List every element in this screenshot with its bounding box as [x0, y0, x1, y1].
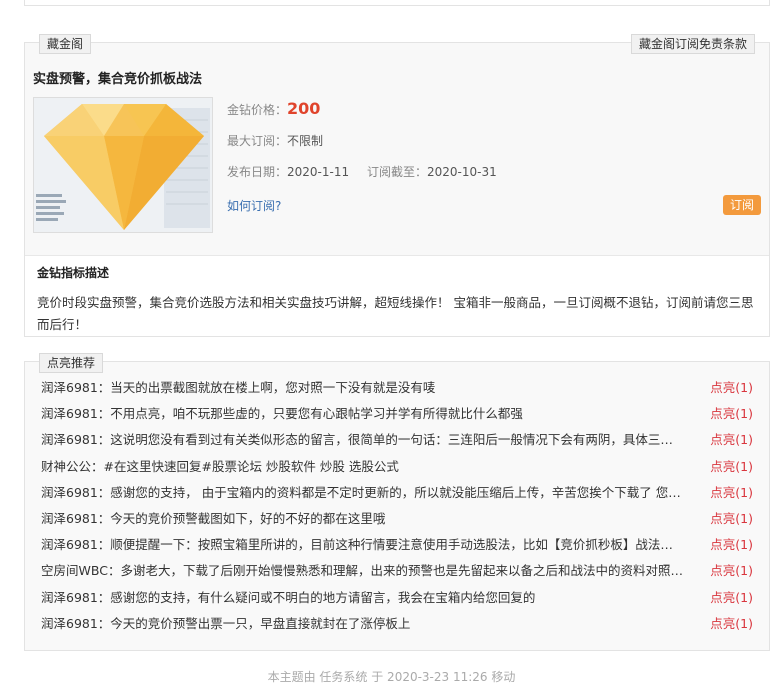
terms-link[interactable]: 藏金阁订阅免责条款: [630, 34, 755, 54]
recommendation-text[interactable]: 润泽6981：今天的竞价预警出票一只，早盘直接就封在了涨停板上: [41, 611, 683, 637]
product-thumbnail[interactable]: [33, 97, 213, 233]
light-count[interactable]: 点亮(1): [710, 506, 753, 532]
description-text: 竞价时段实盘预警，集合竞价选股方法和相关实盘技巧讲解，超短线操作！ 宝箱非一般商…: [37, 295, 754, 332]
description-title: 金钻指标描述: [37, 266, 110, 280]
list-item: 润泽6981：今天的竞价预警出票一只，早盘直接就封在了涨停板上 点亮(1): [41, 611, 753, 637]
recommendation-text[interactable]: 润泽6981：这说明您没有看到过有关类似形态的留言，很简单的一句话：三连阳后一般…: [41, 427, 683, 453]
recommendation-panel: 点亮推荐 润泽6981：当天的出票截图就放在楼上啊，您对照一下没有就是没有唛点亮…: [24, 353, 770, 651]
list-item: 润泽6981：当天的出票截图就放在楼上啊，您对照一下没有就是没有唛 点亮(1): [41, 375, 753, 401]
light-count[interactable]: 点亮(1): [710, 480, 753, 506]
publish-date-row: 发布日期：2020-1-11: [227, 163, 349, 180]
max-subscription-label: 最大订阅：: [227, 134, 288, 148]
recommendation-text[interactable]: 润泽6981：感谢您的支持，有什么疑问或不明白的地方请留言，我会在宝箱内给您回复…: [41, 585, 683, 611]
vault-tag: 藏金阁: [39, 34, 92, 54]
light-count[interactable]: 点亮(1): [710, 375, 753, 401]
recommendation-text[interactable]: 润泽6981：顺便提醒一下：按照宝箱里所讲的，目前这种行情要注意使用手动选股法，…: [41, 532, 683, 558]
light-count[interactable]: 点亮(1): [710, 611, 753, 637]
list-item: 润泽6981：今天的竞价预警截图如下，好的不好的都在这里哦 点亮(1): [41, 506, 753, 532]
price-row: 金钻价格：200: [227, 99, 320, 118]
max-subscription-row: 最大订阅：不限制: [227, 132, 323, 149]
list-item: 润泽6981：顺便提醒一下：按照宝箱里所讲的，目前这种行情要注意使用手动选股法，…: [41, 532, 753, 558]
list-item: 润泽6981：这说明您没有看到过有关类似形态的留言，很简单的一句话：三连阳后一般…: [41, 427, 753, 453]
list-item: 财神公公：#在这里快速回复#股票论坛 炒股软件 炒股 选股公式 点亮(1): [41, 454, 753, 480]
recommendation-list: 润泽6981：当天的出票截图就放在楼上啊，您对照一下没有就是没有唛 点亮(1) 润…: [41, 375, 753, 637]
deadline-label: 订阅截至：: [367, 165, 428, 179]
vault-panel: 藏金阁 藏金阁订阅免责条款 实盘预警，集合竞价抓板战法 金钻价格：200 最大订…: [24, 34, 770, 337]
list-item: 空房间WBC：多谢老大，下载了后刚开始慢慢熟悉和理解，出来的预警也是先留起来以备…: [41, 558, 753, 584]
recommendation-text[interactable]: 润泽6981：不用点亮，咱不玩那些虚的，只要您有心跟帖学习并学有所得就比什么都强: [41, 401, 683, 427]
previous-section-fragment: [24, 0, 770, 6]
light-count[interactable]: 点亮(1): [710, 454, 753, 480]
deadline-value: 2020-10-31: [427, 165, 497, 179]
price-value: 200: [287, 99, 321, 118]
recommendation-text[interactable]: 空房间WBC：多谢老大，下载了后刚开始慢慢熟悉和理解，出来的预警也是先留起来以备…: [41, 558, 683, 584]
description-section: 金钻指标描述 竞价时段实盘预警，集合竞价选股方法和相关实盘技巧讲解，超短线操作！…: [25, 255, 769, 336]
publish-date-value: 2020-1-11: [287, 165, 350, 179]
price-label: 金钻价格：: [227, 103, 288, 117]
max-subscription-value: 不限制: [287, 134, 324, 148]
how-to-subscribe-link[interactable]: 如何订阅?: [227, 197, 281, 214]
light-count[interactable]: 点亮(1): [710, 558, 753, 584]
light-count[interactable]: 点亮(1): [710, 401, 753, 427]
diamond-screenshot-icon: [34, 98, 212, 232]
product-title: 实盘预警，集合竞价抓板战法: [33, 72, 203, 87]
deadline-row: 订阅截至：2020-10-31: [367, 163, 497, 180]
list-item: 润泽6981：感谢您的支持， 由于宝箱内的资料都是不定时更新的，所以就没能压缩后…: [41, 480, 753, 506]
moved-notice: 本主题由 任务系统 于 2020-3-23 11:26 移动: [267, 670, 516, 684]
subscribe-button[interactable]: 订阅: [723, 195, 761, 215]
list-item: 润泽6981：感谢您的支持，有什么疑问或不明白的地方请留言，我会在宝箱内给您回复…: [41, 585, 753, 611]
recommendation-text[interactable]: 财神公公：#在这里快速回复#股票论坛 炒股软件 炒股 选股公式: [41, 454, 683, 480]
recommendation-text[interactable]: 润泽6981：当天的出票截图就放在楼上啊，您对照一下没有就是没有唛: [41, 375, 683, 401]
publish-date-label: 发布日期：: [227, 165, 288, 179]
recommendation-text[interactable]: 润泽6981：感谢您的支持， 由于宝箱内的资料都是不定时更新的，所以就没能压缩后…: [41, 480, 683, 506]
recommendation-tag: 点亮推荐: [39, 353, 104, 373]
list-item: 润泽6981：不用点亮，咱不玩那些虚的，只要您有心跟帖学习并学有所得就比什么都强…: [41, 401, 753, 427]
light-count[interactable]: 点亮(1): [710, 585, 753, 611]
recommendation-text[interactable]: 润泽6981：今天的竞价预警截图如下，好的不好的都在这里哦: [41, 506, 683, 532]
light-count[interactable]: 点亮(1): [710, 532, 753, 558]
light-count[interactable]: 点亮(1): [710, 427, 753, 453]
